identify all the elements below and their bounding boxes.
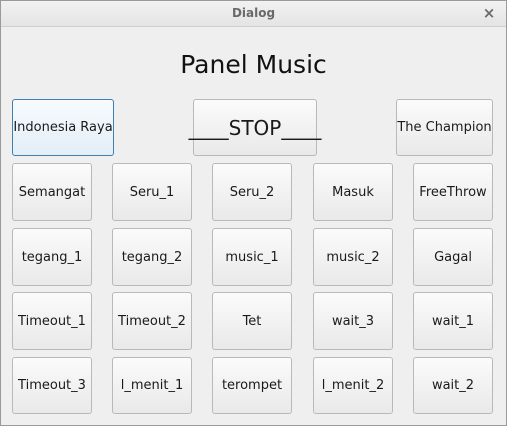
sound-button-tegang-1[interactable]: tegang_1 [12, 228, 92, 286]
sound-button-l-menit-2[interactable]: l_menit_2 [313, 357, 393, 414]
sound-button-wait-3[interactable]: wait_3 [313, 292, 393, 350]
dialog-window: Dialog × Panel Music Indonesia Raya ____… [0, 0, 507, 426]
sound-button-wait-1[interactable]: wait_1 [413, 292, 493, 350]
sound-button-l-menit-1[interactable]: l_menit_1 [112, 357, 192, 414]
panel-title: Panel Music [180, 50, 327, 79]
sound-button-tet[interactable]: Tet [212, 292, 292, 350]
sound-button-timeout-3[interactable]: Timeout_3 [12, 357, 92, 414]
sound-button-semangat[interactable]: Semangat [12, 163, 92, 221]
sound-button-tegang-2[interactable]: tegang_2 [112, 228, 192, 286]
sound-button-gagal[interactable]: Gagal [413, 228, 493, 286]
sound-button-music-1[interactable]: music_1 [212, 228, 292, 286]
sound-button-wait-2[interactable]: wait_2 [413, 357, 493, 414]
sound-button-seru-2[interactable]: Seru_2 [212, 163, 292, 221]
sound-button-timeout-2[interactable]: Timeout_2 [112, 292, 192, 350]
indonesia-raya-button[interactable]: Indonesia Raya [12, 99, 114, 156]
sound-button-music-2[interactable]: music_2 [313, 228, 393, 286]
stop-button[interactable]: ____STOP____ [189, 99, 321, 156]
the-champion-button[interactable]: The Champion [396, 99, 493, 156]
sound-button-masuk[interactable]: Masuk [313, 163, 393, 221]
close-icon[interactable]: × [480, 4, 498, 22]
title-bar[interactable]: Dialog × [1, 1, 506, 27]
sound-button-terompet[interactable]: terompet [212, 357, 292, 414]
sound-button-seru-1[interactable]: Seru_1 [112, 163, 192, 221]
window-title: Dialog [231, 6, 276, 20]
sound-button-freethrow[interactable]: FreeThrow [413, 163, 493, 221]
sound-button-timeout-1[interactable]: Timeout_1 [12, 292, 92, 350]
